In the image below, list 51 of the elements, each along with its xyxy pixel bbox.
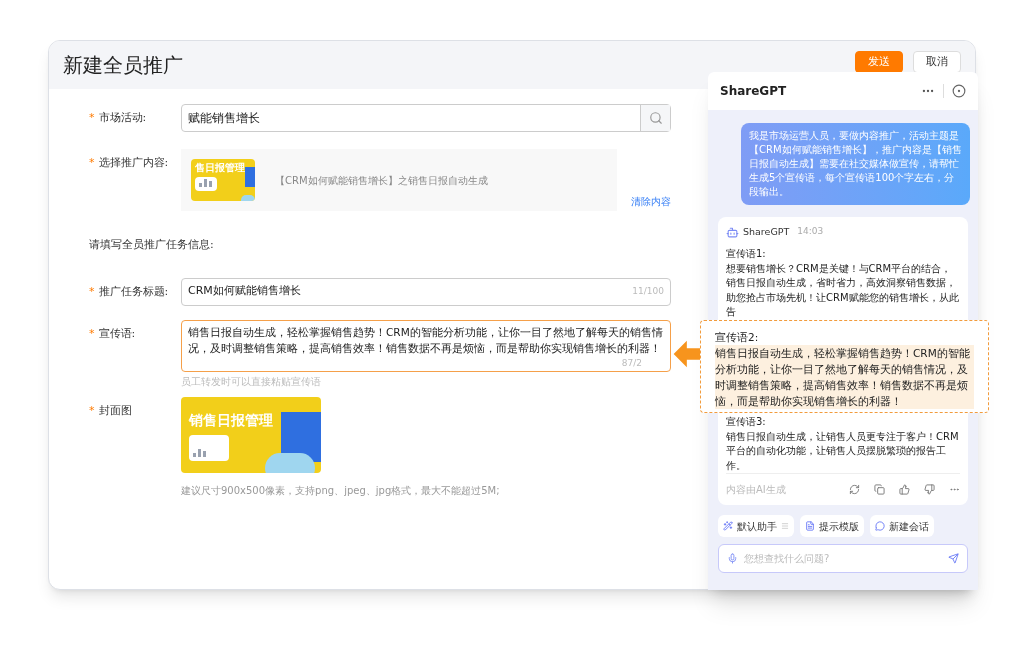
char-counter: 11/100 <box>632 284 664 298</box>
menu-icon <box>781 522 789 530</box>
panel-title: ShareGPT <box>720 83 788 100</box>
page-title: 新建全员推广 <box>63 52 183 79</box>
thumbs-down-icon[interactable] <box>924 484 935 495</box>
slogan-heading: 宣传语1: <box>726 247 767 262</box>
field-label: 推广任务标题: <box>98 283 169 300</box>
action-button[interactable]: 取消 <box>913 51 961 73</box>
slogan-text: 销售日报自动生成，轻松掌握销售趋势！CRM的智能分析功能，让你一目了然地了解每天的销售情况，及时调整销售策略，提高销售效率！销售数据不再是烦恼，而是帮助你实现销售增长的利器！ <box>715 345 974 409</box>
required-mark: * <box>89 402 95 419</box>
thumbs-up-icon[interactable] <box>899 484 910 495</box>
field-label: 市场活动: <box>98 110 147 126</box>
microphone-icon[interactable] <box>727 553 738 564</box>
tool-icon <box>805 521 815 531</box>
required-mark: * <box>89 283 95 300</box>
required-mark: * <box>89 110 95 126</box>
send-icon[interactable] <box>948 553 959 564</box>
section-heading: 请填写全员推广任务信息: <box>89 237 215 253</box>
required-mark: * <box>89 325 95 342</box>
slogan-textarea[interactable]: 销售日报自动生成，轻松掌握销售趋势！CRM的智能分析功能，让你一目了然地了解每天的销售情况，及时调整销售策略，提高销售效率！销售数据不再是烦恼，而是帮助你实现销售增长的利器！ 87/2 <box>181 319 671 372</box>
copy-icon[interactable] <box>874 484 885 495</box>
upload-hint: 建议尺寸900x500像素，支持png、jpeg、jpg格式，最大不能超过5M; <box>181 483 500 498</box>
tool-icon <box>875 521 885 531</box>
ai-disclaimer: 内容由AI生成 <box>726 483 787 497</box>
arrow-icon <box>672 338 700 370</box>
slogan-text: 销售日报自动生成，让销售人员更专注于客户！CRM平台的自动化功能，让销售人员摆脱繁琐的报告工作。 <box>726 429 960 473</box>
bot-icon <box>726 225 739 239</box>
field-label: 封面图 <box>98 402 132 419</box>
field-label: 宣传语: <box>98 325 136 342</box>
tool-button[interactable]: 默认助手 <box>718 515 794 537</box>
slogan-text: 想要销售增长？CRM是关键！与CRM平台的结合，销售日报自动生成，省时省力，高效洞察销售数据，助您抢占市场先机！让CRM赋能您的销售增长，从此告 <box>726 261 960 320</box>
field-label: 选择推广内容: <box>98 155 169 171</box>
message-time: 14:03 <box>797 225 824 239</box>
user-message: 我是市场运营人员，要做内容推广，活动主题是【CRM如何赋能销售增长】，推广内容是【销售日报自动生成】需要在社交媒体做宣传，请帮忙生成5个宣传语，每个宣传语100个字左右，分段输出。 <box>741 123 970 205</box>
regenerate-icon[interactable] <box>849 484 860 495</box>
slogan-heading: 宣传语3: <box>726 415 767 429</box>
tool-button[interactable]: 新建会话 <box>870 515 934 537</box>
slogan-heading: 宣传语2: <box>715 330 760 345</box>
content-title: 【CRM如何赋能销售增长】之销售日报自动生成 <box>275 173 488 188</box>
title-field[interactable]: CRM如何赋能销售增长 11/100 <box>181 277 671 306</box>
search-icon[interactable] <box>648 111 663 125</box>
tool-icon <box>723 521 733 531</box>
required-mark: * <box>89 155 95 171</box>
search-field[interactable]: 赋能销售增长 <box>181 104 671 132</box>
clear-content-link[interactable]: 清除内容 <box>631 194 671 209</box>
tool-button[interactable]: 提示模版 <box>800 515 864 537</box>
char-counter: 87/2 <box>621 357 642 370</box>
record-icon[interactable] <box>952 84 966 98</box>
sender-name: ShareGPT <box>743 225 790 239</box>
cover-image: 售日报管理 <box>191 159 255 201</box>
cover-image: 销售日报管理 <box>181 396 321 473</box>
